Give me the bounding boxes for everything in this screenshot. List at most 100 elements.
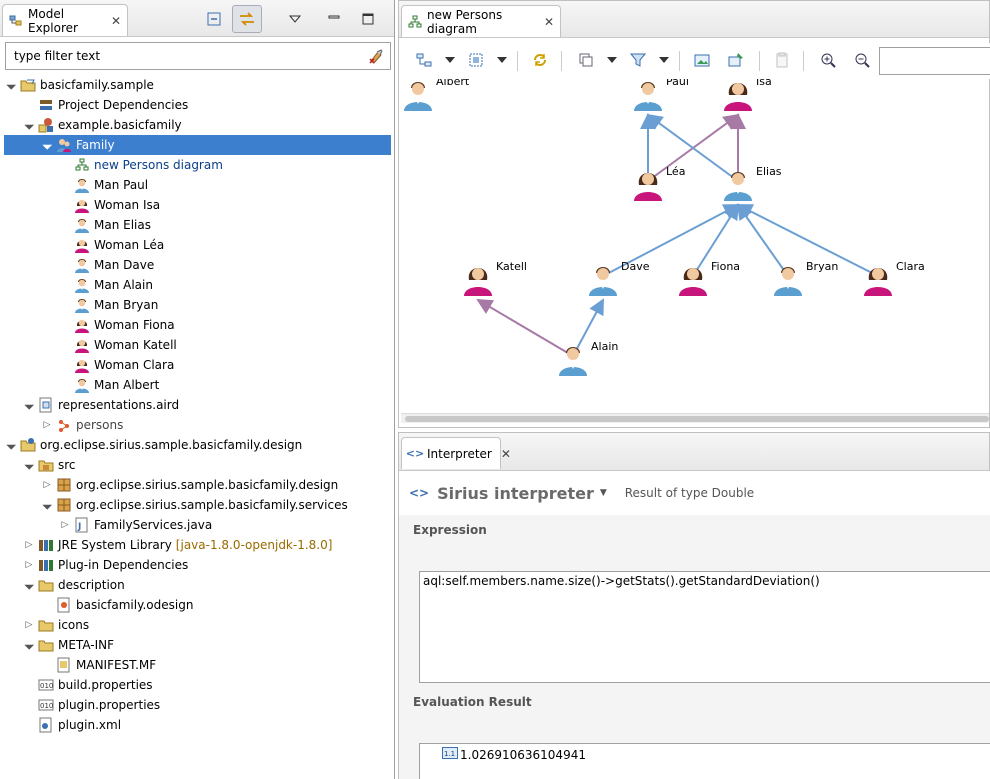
father-edge[interactable] [736,203,789,277]
interpreter-dropdown-icon[interactable]: ▼ [600,488,607,498]
tree-item[interactable]: 010 build.properties [22,675,153,695]
diagram-canvas[interactable]: Albert Paul Isa Léa Elias Katell Dave Fiona Brya… [401,79,989,411]
tab-new-persons-diagram[interactable]: new Persons diagram ✕ [401,5,561,37]
tree-item[interactable]: Man Paul [58,175,148,195]
tree-item[interactable]: ◢ META-INF [22,635,114,655]
zoom-combo[interactable] [879,47,990,75]
tree-item[interactable]: ◢ representations.aird [22,395,179,415]
tree-item[interactable]: ◢ src [22,455,76,475]
clear-filter-icon[interactable] [368,48,384,67]
expanded-arrow-icon[interactable]: ◢ [37,135,57,155]
tree-item[interactable]: Woman Fiona [58,315,175,335]
zoom-out-icon[interactable] [853,51,871,69]
close-icon[interactable]: ✕ [111,14,121,28]
tree-item[interactable]: plugin.xml [22,715,121,735]
tree-item[interactable]: Project Dependencies [22,95,188,115]
filter-icon[interactable] [629,51,647,69]
person-node[interactable] [679,268,707,296]
tab-interpreter[interactable]: <> Interpreter ✕ [401,437,511,469]
result-row[interactable]: 1.1 1.026910636104941 [442,747,586,762]
expanded-arrow-icon[interactable]: ◢ [19,395,39,415]
maximize-icon[interactable] [357,8,379,30]
tree-item[interactable]: Woman Katell [58,335,177,355]
link-with-editor-icon[interactable] [232,5,262,33]
collapsed-arrow-icon[interactable]: ▷ [22,538,36,552]
tree-item[interactable]: ◢ org.eclipse.sirius.sample.basicfamily.d… [4,435,302,455]
person-node[interactable] [404,82,432,111]
tree-item[interactable]: Man Bryan [58,295,158,315]
person-node[interactable] [724,172,752,201]
person-node[interactable] [724,83,752,111]
collapsed-arrow-icon[interactable]: ▷ [22,558,36,572]
person-node[interactable] [634,82,662,111]
minimize-icon[interactable] [323,8,345,30]
tree-item[interactable]: Man Dave [58,255,154,275]
chevron-down-icon[interactable] [441,51,459,69]
persons-diagram[interactable]: Albert Paul Isa Léa Elias Katell Dave Fiona Brya… [401,79,989,411]
expanded-arrow-icon[interactable]: ◢ [19,455,39,475]
expression-text: aql:self.members.name.size()->getStats()… [423,574,820,588]
horizontal-scrollbar[interactable] [401,413,989,423]
java-file-icon: J [74,517,90,533]
expanded-arrow-icon[interactable]: ◢ [37,495,57,515]
tree-item[interactable]: ▷ JRE System Library [java-1.8.0-openjdk-1… [22,535,333,555]
expression-field[interactable]: aql:self.members.name.size()->getStats()… [419,571,990,683]
tree-item[interactable]: ▷ persons [40,415,123,435]
collapse-all-icon[interactable] [203,8,225,30]
scrollbar-thumb[interactable] [405,416,989,422]
tree-item[interactable]: Man Alain [58,275,153,295]
view-menu-icon[interactable] [284,8,306,30]
refresh-icon[interactable] [531,51,549,69]
model-explorer-tabbar: Model Explorer ✕ [0,0,394,37]
expanded-arrow-icon[interactable]: ◢ [1,75,21,95]
collapsed-arrow-icon[interactable]: ▷ [22,618,36,632]
person-node[interactable] [634,173,662,201]
evaluation-result-field[interactable]: 1.1 1.026910636104941 [419,743,990,779]
tree-item[interactable]: ▷ icons [22,615,90,635]
tab-model-explorer[interactable]: Model Explorer ✕ [2,4,128,36]
person-node[interactable] [464,268,492,296]
tree-item[interactable]: Woman Clara [58,355,174,375]
tree-item[interactable]: ◢ org.eclipse.sirius.sample.basicfamily.s… [40,495,348,515]
zoom-in-icon[interactable] [819,51,837,69]
tree-item[interactable]: ▷ org.eclipse.sirius.sample.basicfamily.d… [40,475,339,495]
chevron-down-icon[interactable] [655,51,673,69]
tree-item[interactable]: ◢ basicfamily.sample [4,75,154,95]
model-explorer-view: Model Explorer ✕ type filter text ◢ basi… [0,0,395,779]
tree-item[interactable]: MANIFEST.MF [40,655,156,675]
mother-edge[interactable] [476,298,574,357]
tree-item[interactable]: basicfamily.odesign [40,595,193,615]
person-node[interactable] [774,267,802,296]
tree-item[interactable]: new Persons diagram [58,155,223,175]
expanded-arrow-icon[interactable]: ◢ [19,635,39,655]
expanded-arrow-icon[interactable]: ◢ [19,115,39,135]
pin-icon[interactable] [727,51,745,69]
tree-item[interactable]: ▷ Plug-in Dependencies [22,555,189,575]
tree-item[interactable]: Woman Isa [58,195,160,215]
tree-item[interactable]: ▷ J FamilyServices.java [58,515,212,535]
chevron-down-icon[interactable] [603,51,621,69]
layers-icon[interactable] [577,51,595,69]
export-image-icon[interactable] [693,51,711,69]
tree-item[interactable]: ◢ example.basicfamily [22,115,182,135]
expanded-arrow-icon[interactable]: ◢ [1,435,21,455]
arrange-all-icon[interactable] [415,51,433,69]
close-icon[interactable]: ✕ [544,15,554,29]
chevron-down-icon[interactable] [493,51,511,69]
tree-item[interactable]: ◢ Family [4,135,391,155]
tree-item[interactable]: Woman Léa [58,235,164,255]
expression-section-title: Expression [413,523,487,537]
select-all-icon[interactable] [467,51,485,69]
tree-item[interactable]: 010 plugin.properties [22,695,160,715]
tree-item[interactable]: ◢ description [22,575,125,595]
collapsed-arrow-icon[interactable]: ▷ [58,518,72,532]
tree-item[interactable]: Man Elias [58,215,151,235]
paste-format-icon[interactable] [773,51,791,69]
collapsed-arrow-icon[interactable]: ▷ [40,418,54,432]
expanded-arrow-icon[interactable]: ◢ [19,575,39,595]
person-node[interactable] [864,268,892,296]
tree-item[interactable]: Man Albert [58,375,159,395]
collapsed-arrow-icon[interactable]: ▷ [40,478,54,492]
filter-input[interactable]: type filter text [5,42,391,70]
close-icon[interactable]: ✕ [501,447,511,461]
